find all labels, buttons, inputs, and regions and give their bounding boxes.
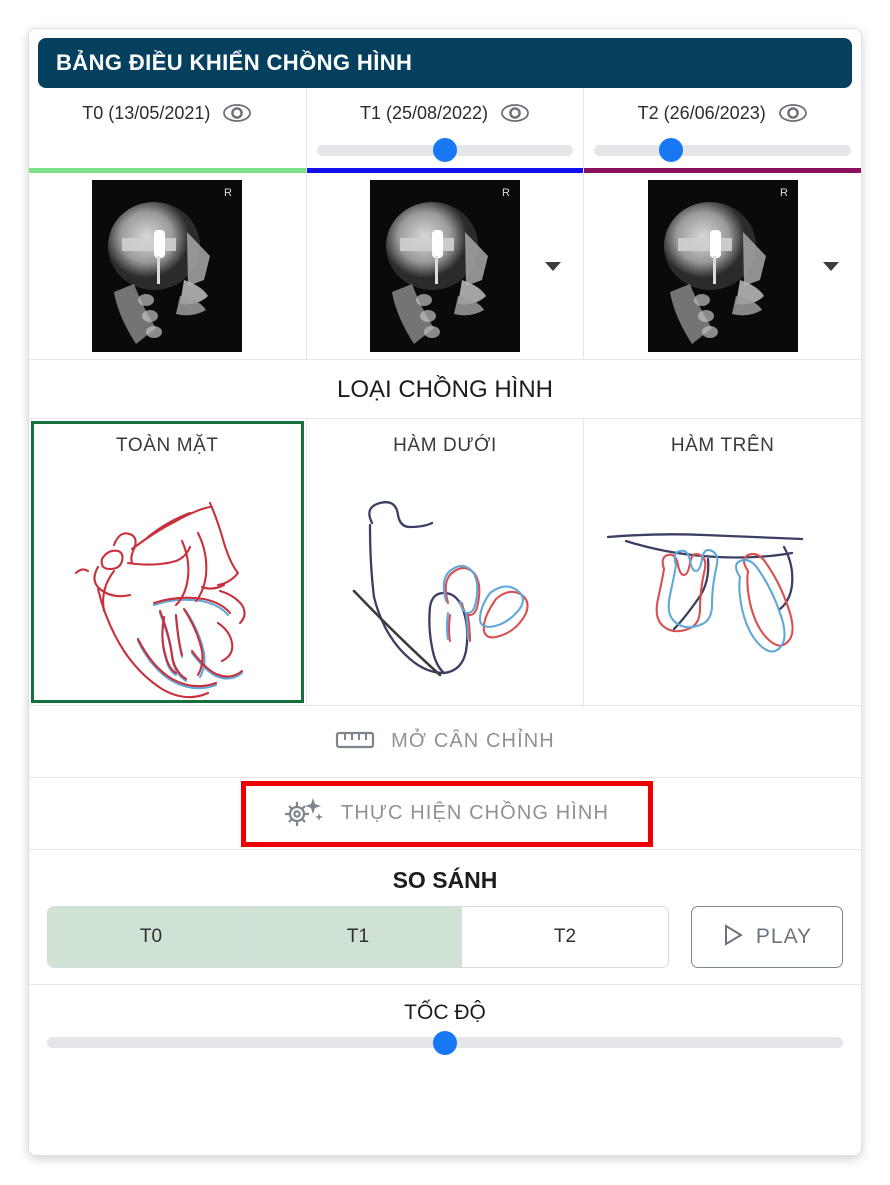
xray-thumbnail-t1: R bbox=[370, 180, 520, 352]
svg-text:R: R bbox=[780, 187, 788, 199]
type-option-mandible[interactable]: HÀM DƯỚI bbox=[307, 419, 585, 705]
xray-thumbnail-t2: R bbox=[647, 180, 798, 352]
eye-icon[interactable] bbox=[500, 103, 530, 123]
chevron-down-icon[interactable] bbox=[823, 262, 840, 271]
timepoint-segmented-control: T0 T1 T2 bbox=[47, 906, 669, 968]
run-superimposition-label: THỰC HIỆN CHỒNG HÌNH bbox=[341, 802, 609, 824]
compare-section-title: SO SÁNH bbox=[392, 867, 498, 893]
timepoint-thumbnail-t0[interactable]: R bbox=[29, 173, 306, 359]
open-alignment-button[interactable]: MỞ CÂN CHỈNH bbox=[29, 706, 861, 778]
speed-row bbox=[29, 1030, 861, 1066]
eye-icon[interactable] bbox=[222, 103, 252, 123]
timepoint-column-t0: T0 (13/05/2021) R bbox=[29, 88, 307, 359]
page-title: BẢNG ĐIỀU KHIỂN CHỒNG HÌNH bbox=[56, 50, 413, 75]
play-label: PLAY bbox=[755, 925, 813, 948]
type-option-maxilla[interactable]: HÀM TRÊN bbox=[584, 419, 861, 705]
segment-t1[interactable]: T1 bbox=[255, 907, 462, 967]
timepoint-label-t0: T0 (13/05/2021) bbox=[82, 102, 211, 123]
speed-section-title: TỐC ĐỘ bbox=[404, 1001, 486, 1024]
slider-thumb[interactable] bbox=[433, 138, 457, 162]
timepoint-thumbnail-t2[interactable]: R bbox=[584, 173, 861, 359]
timepoint-label-t2: T2 (26/06/2023) bbox=[637, 102, 766, 123]
type-label: HÀM TRÊN bbox=[670, 435, 775, 456]
play-triangle-icon bbox=[722, 923, 744, 952]
svg-text:R: R bbox=[502, 187, 510, 199]
xray-thumbnail-t0: R bbox=[92, 180, 243, 352]
type-label: HÀM DƯỚI bbox=[393, 435, 497, 456]
svg-text:R: R bbox=[224, 187, 232, 199]
full-face-tracing bbox=[75, 501, 246, 699]
timepoint-column-t1: T1 (25/08/2022) R bbox=[306, 88, 585, 359]
timepoint-header-t2: T2 (26/06/2023) bbox=[584, 88, 861, 132]
speed-slider[interactable] bbox=[47, 1030, 843, 1055]
types-section-title: LOẠI CHỒNG HÌNH bbox=[29, 360, 861, 419]
slider-thumb[interactable] bbox=[659, 138, 684, 162]
superimposition-control-panel: BẢNG ĐIỀU KHIỂN CHỒNG HÌNH T0 (13/05/202… bbox=[28, 28, 862, 1156]
ruler-icon bbox=[335, 727, 375, 756]
type-option-full-face[interactable]: TOÀN MẶT bbox=[29, 419, 307, 705]
timepoint-slider-row-t1 bbox=[307, 132, 584, 168]
timepoint-thumbnail-t1[interactable]: R bbox=[307, 173, 584, 359]
mandible-tracing bbox=[352, 501, 529, 677]
segment-t0[interactable]: T0 bbox=[48, 907, 255, 967]
play-button[interactable]: PLAY bbox=[691, 906, 843, 968]
gear-sparkle-icon bbox=[281, 794, 325, 833]
timepoint-slider-row-t2 bbox=[584, 132, 861, 168]
timepoint-label-t1: T1 (25/08/2022) bbox=[359, 102, 489, 123]
timepoint-column-t2: T2 (26/06/2023) R bbox=[584, 88, 861, 359]
chevron-down-icon[interactable] bbox=[545, 262, 562, 271]
opacity-slider-t2[interactable] bbox=[594, 138, 852, 162]
segment-t2[interactable]: T2 bbox=[462, 907, 668, 967]
open-alignment-label: MỞ CÂN CHỈNH bbox=[391, 730, 555, 752]
panel-header: BẢNG ĐIỀU KHIỂN CHỒNG HÌNH bbox=[38, 38, 852, 88]
timepoint-header-t0: T0 (13/05/2021) bbox=[29, 88, 306, 132]
slider-thumb[interactable] bbox=[433, 1030, 457, 1055]
opacity-slider-t1[interactable] bbox=[316, 138, 574, 162]
timepoint-slider-row-t0 bbox=[29, 132, 306, 168]
type-label: TOÀN MẶT bbox=[116, 435, 219, 456]
timepoints-row: T0 (13/05/2021) R T1 (25/08/2022) R T2 (… bbox=[29, 88, 861, 360]
maxilla-tracing bbox=[606, 533, 803, 653]
superimposition-types-row: TOÀN MẶT HÀM DƯỚI HÀM TRÊN bbox=[29, 419, 861, 706]
eye-icon[interactable] bbox=[778, 103, 808, 123]
timepoint-header-t1: T1 (25/08/2022) bbox=[307, 88, 584, 132]
run-superimposition-button[interactable]: THỰC HIỆN CHỒNG HÌNH bbox=[29, 778, 861, 850]
compare-row: T0 T1 T2 PLAY bbox=[29, 906, 861, 985]
